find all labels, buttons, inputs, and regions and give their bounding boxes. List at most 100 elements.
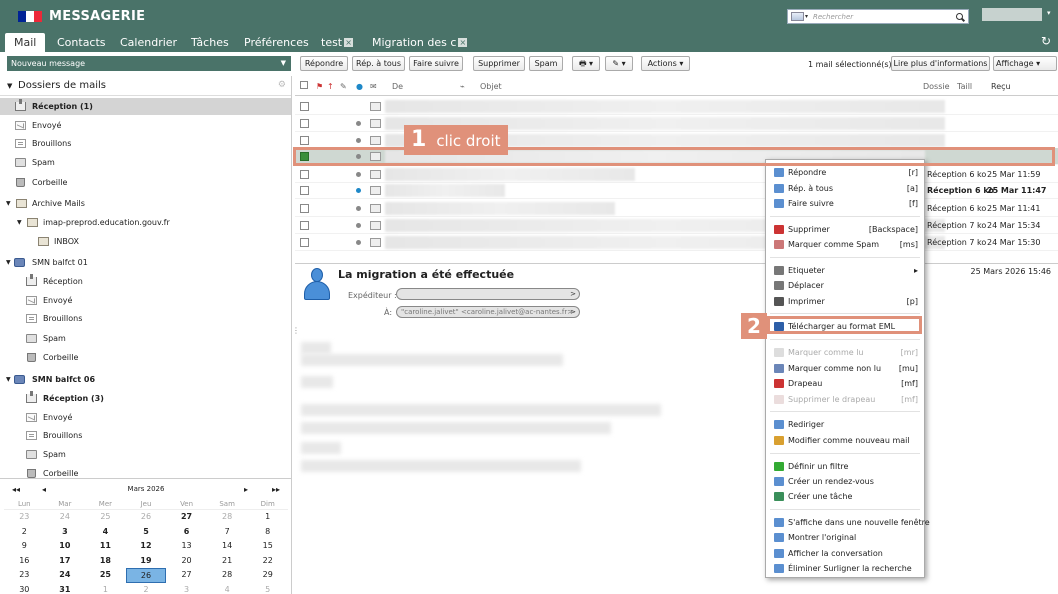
calendar-day[interactable]: 3 [166,583,207,594]
delete-button[interactable]: Supprimer [473,56,525,71]
calendar-day[interactable]: 2 [4,525,45,540]
tab-migration[interactable]: Migration des c × [372,33,468,52]
priority-icon[interactable]: ↑ [327,82,334,91]
account-smn-06[interactable]: ▼ SMN balfct 06 [0,371,291,388]
calendar-day[interactable]: 5 [126,525,167,540]
folder-drafts[interactable]: Brouillons [0,427,291,444]
calendar-day[interactable]: 12 [126,539,167,554]
recipient-chip[interactable]: "caroline.jalivet" <caroline.jalivet@ac-… [396,306,580,318]
calendar-day[interactable]: 16 [4,554,45,569]
row-checkbox[interactable] [300,136,309,145]
calendar-day[interactable]: 5 [247,583,288,594]
row-checkbox[interactable] [300,119,309,128]
folder-imap-inbox[interactable]: INBOX [0,233,291,250]
calendar-day[interactable]: 28 [207,510,248,525]
menu-item-move[interactable]: Déplacer [766,278,924,293]
print-menu-button[interactable]: 🖶 ▾ [572,56,600,71]
calendar-day[interactable]: 4 [85,525,126,540]
folder-sent[interactable]: Envoyé [0,117,291,134]
calendar-day[interactable]: 6 [166,525,207,540]
calendar-day[interactable]: 7 [207,525,248,540]
tab-contacts[interactable]: Contacts [57,33,106,52]
chevron-down-icon[interactable]: ▾ [805,13,808,20]
menu-item-show-conversation[interactable]: Afficher la conversation [766,546,924,561]
row-checkbox[interactable] [300,221,309,230]
unread-dot-icon[interactable] [356,138,361,143]
spam-button[interactable]: Spam [529,56,563,71]
unread-dot-icon[interactable] [356,240,361,245]
menu-item-remove-highlight[interactable]: Éliminer Surligner la recherche [766,561,924,576]
folder-inbox[interactable]: Réception (3) [0,390,291,407]
menu-item-create-event[interactable]: Créer un rendez-vous [766,474,924,489]
unread-dot-icon[interactable] [356,188,361,193]
calendar-day[interactable]: 27 [166,568,207,583]
folder-drafts[interactable]: Brouillons [0,310,291,327]
menu-item-delete[interactable]: Supprimer [Backspace] [766,222,924,237]
menu-item-show-original[interactable]: Montrer l'original [766,530,924,545]
collapse-icon[interactable]: ▼ [7,82,12,90]
menu-item-flag[interactable]: Drapeau [mf] [766,376,924,391]
tag-menu-button[interactable]: ✎ ▾ [605,56,633,71]
row-checkbox[interactable] [300,102,309,111]
folder-drafts[interactable]: Brouillons [0,135,291,152]
calendar-day[interactable]: 21 [207,554,248,569]
menu-item-redirect[interactable]: Rediriger [766,417,924,432]
menu-item-print[interactable]: Imprimer [p] [766,294,924,309]
actions-button[interactable]: Actions ▾ [641,56,690,71]
search-type-icon[interactable] [791,12,804,21]
folder-sent[interactable]: Envoyé [0,409,291,426]
attachment-icon[interactable]: ⌁ [460,82,465,91]
calendar-day[interactable]: 23 [4,568,45,583]
calendar-day[interactable]: 24 [45,568,86,583]
calendar-day[interactable]: 23 [4,510,45,525]
folder-inbox[interactable]: Réception (1) [0,98,291,115]
folder-sent[interactable]: Envoyé [0,292,291,309]
menu-item-create-filter[interactable]: Définir un filtre [766,459,924,474]
menu-item-tag[interactable]: Etiqueter ▸ [766,263,924,278]
calendar-day[interactable]: 22 [247,554,288,569]
calendar-day[interactable]: 1 [247,510,288,525]
column-folder[interactable]: Dossie [923,82,950,91]
flag-icon[interactable]: ⚑ [316,82,323,91]
folder-spam[interactable]: Spam [0,154,291,171]
menu-item-create-task[interactable]: Créer une tâche [766,489,924,504]
unread-dot-icon[interactable] [356,121,361,126]
calendar-day[interactable]: 13 [166,539,207,554]
table-row[interactable]: Réception 7 ko 24 Mar 15:34 [295,217,1058,234]
calendar-day[interactable]: 18 [85,554,126,569]
calendar-day[interactable]: 11 [85,539,126,554]
tab-mail[interactable]: Mail [5,33,46,52]
chevron-down-icon[interactable]: ▼ [6,254,11,271]
attachment-icon[interactable]: ✎ [340,82,347,91]
column-size[interactable]: Taill [957,82,972,91]
row-checkbox[interactable] [300,238,309,247]
column-from[interactable]: De [392,82,403,91]
menu-item-unflag[interactable]: Supprimer le drapeau [mf] [766,392,924,407]
column-subject[interactable]: Objet [480,82,502,91]
table-row[interactable]: Réception 6 ko 25 Mar 11:47 [295,182,1058,199]
next-year-icon[interactable]: ▸▸ [272,485,280,494]
folder-trash[interactable]: Corbeille [0,174,291,191]
chevron-down-icon[interactable]: ▼ [281,56,286,71]
menu-item-edit-as-new[interactable]: Modifier comme nouveau mail [766,433,924,448]
gear-icon[interactable]: ⚙ [278,80,286,90]
calendar-day[interactable]: 2 [126,583,167,594]
display-button[interactable]: Affichage ▾ [993,56,1057,71]
tab-taches[interactable]: Tâches [191,33,229,52]
select-all-checkbox[interactable] [300,81,308,89]
calendar-day[interactable]: 27 [166,510,207,525]
menu-item-open-new-window[interactable]: S'affiche dans une nouvelle fenêtre [766,515,930,530]
refresh-icon[interactable]: ↻ [1041,34,1051,48]
search-box[interactable]: ▾ Rechercher [787,9,969,24]
tab-calendrier[interactable]: Calendrier [120,33,177,52]
calendar-day[interactable]: 30 [4,583,45,594]
folder-trash[interactable]: Corbeille [0,349,291,366]
calendar-day[interactable]: 26 [126,510,167,525]
unread-dot-icon[interactable] [356,223,361,228]
folder-spam[interactable]: Spam [0,446,291,463]
table-row[interactable] [295,98,1058,115]
calendar-day[interactable]: 29 [247,568,288,583]
calendar-day[interactable]: 10 [45,539,86,554]
reply-all-button[interactable]: Rép. à tous [352,56,405,71]
menu-item-forward[interactable]: Faire suivre [f] [766,196,924,211]
